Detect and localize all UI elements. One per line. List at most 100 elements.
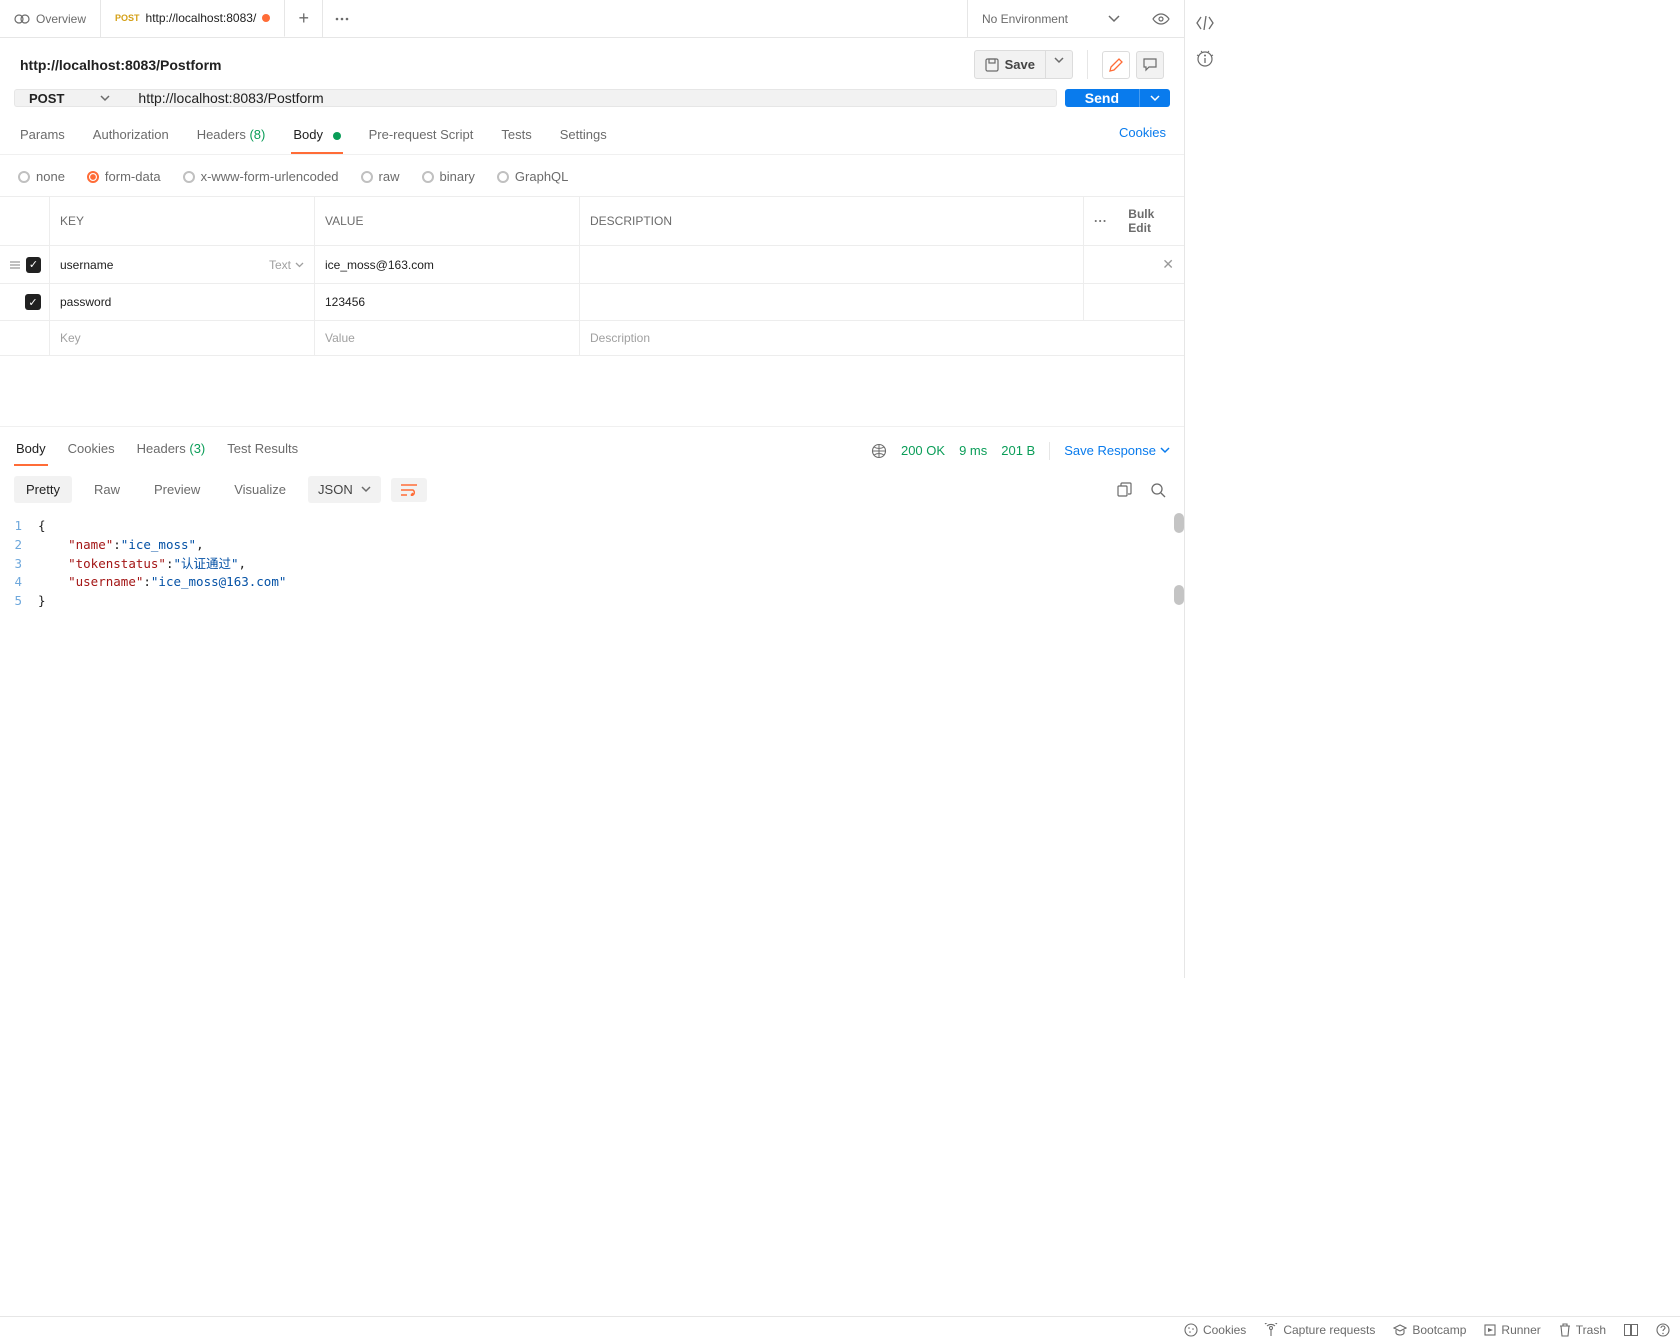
resp-tab-cookies[interactable]: Cookies: [66, 435, 117, 466]
status-time: 9 ms: [959, 443, 987, 458]
footer-help[interactable]: [1656, 1323, 1670, 1337]
save-button[interactable]: Save: [974, 50, 1046, 79]
right-rail: [1185, 0, 1225, 978]
tab-body[interactable]: Body: [291, 121, 342, 154]
wrap-icon: [401, 484, 417, 496]
tab-request[interactable]: POST http://localhost:8083/: [101, 0, 285, 37]
key-cell[interactable]: password: [50, 284, 315, 320]
overview-icon: [14, 11, 30, 27]
cookie-icon: [1184, 1323, 1198, 1337]
status-code: 200 OK: [901, 443, 945, 458]
pencil-icon: [1108, 57, 1124, 73]
tab-body-label: Body: [293, 127, 323, 142]
antenna-icon: [1264, 1323, 1278, 1337]
bulk-edit-button[interactable]: Bulk Edit: [1128, 207, 1174, 235]
footer-bootcamp[interactable]: Bootcamp: [1393, 1323, 1466, 1337]
key-cell[interactable]: username Text: [50, 246, 315, 283]
eye-icon: [1152, 12, 1170, 26]
footer-cookies[interactable]: Cookies: [1184, 1323, 1246, 1337]
col-key: KEY: [50, 197, 315, 245]
value-input-placeholder[interactable]: Value: [315, 321, 580, 355]
save-response-button[interactable]: Save Response: [1064, 443, 1170, 458]
value-cell[interactable]: ice_moss@163.com: [315, 246, 580, 283]
key-value: username: [60, 258, 113, 272]
tab-tests[interactable]: Tests: [499, 121, 533, 154]
key-type-select[interactable]: Text: [269, 258, 304, 272]
col-value: VALUE: [315, 197, 580, 245]
tab-params[interactable]: Params: [18, 121, 67, 154]
environment-label: No Environment: [982, 12, 1068, 26]
description-input-placeholder[interactable]: Description: [580, 321, 1184, 355]
body-type-binary[interactable]: binary: [422, 169, 475, 184]
environment-preview[interactable]: [1144, 12, 1178, 26]
send-label: Send: [1085, 90, 1119, 106]
view-raw[interactable]: Raw: [82, 476, 132, 503]
environment-select[interactable]: No Environment: [967, 0, 1134, 37]
tab-prerequest[interactable]: Pre-request Script: [367, 121, 476, 154]
chevron-down-icon: [1150, 95, 1160, 102]
save-dropdown[interactable]: [1046, 50, 1073, 79]
footer: Cookies Capture requests Bootcamp Runner…: [0, 1316, 1680, 1342]
chevron-down-icon: [361, 486, 371, 493]
body-type-form-data[interactable]: form-data: [87, 169, 161, 184]
value-cell[interactable]: 123456: [315, 284, 580, 320]
wrap-lines-button[interactable]: [391, 478, 427, 502]
resp-tab-headers[interactable]: Headers (3): [135, 435, 208, 466]
send-dropdown[interactable]: [1139, 89, 1170, 107]
body-types: none form-data x-www-form-urlencoded raw…: [0, 155, 1184, 196]
search-button[interactable]: [1146, 478, 1170, 502]
row-enable-checkbox[interactable]: ✓: [25, 294, 41, 310]
row-enable-checkbox[interactable]: ✓: [26, 257, 41, 273]
response-body[interactable]: 1{ 2 "name": "ice_moss", 3 "tokenstatus"…: [0, 513, 1184, 625]
tab-authorization[interactable]: Authorization: [91, 121, 171, 154]
footer-runner[interactable]: Runner: [1484, 1323, 1540, 1337]
body-type-raw[interactable]: raw: [361, 169, 400, 184]
scrollbar-thumb[interactable]: [1174, 513, 1184, 533]
view-visualize[interactable]: Visualize: [222, 476, 298, 503]
method-select[interactable]: POST: [14, 89, 124, 107]
tab-overview[interactable]: Overview: [0, 0, 101, 37]
tab-settings[interactable]: Settings: [558, 121, 609, 154]
url-input[interactable]: http://localhost:8083/Postform: [124, 89, 1056, 107]
resp-tab-test-results[interactable]: Test Results: [225, 435, 300, 466]
send-button[interactable]: Send: [1065, 89, 1139, 107]
tab-body-indicator: [333, 132, 341, 140]
scrollbar-thumb[interactable]: [1174, 585, 1184, 605]
tab-more[interactable]: [323, 0, 361, 37]
view-preview[interactable]: Preview: [142, 476, 212, 503]
footer-layout[interactable]: [1624, 1324, 1638, 1336]
bootcamp-icon: [1393, 1324, 1407, 1336]
form-data-table: KEY VALUE DESCRIPTION Bulk Edit ✓ userna…: [0, 196, 1184, 356]
resp-tab-body[interactable]: Body: [14, 435, 48, 466]
code-icon[interactable]: [1196, 16, 1214, 30]
edit-button[interactable]: [1102, 51, 1130, 79]
info-icon[interactable]: [1196, 50, 1214, 68]
chevron-down-icon: [295, 262, 304, 268]
save-icon: [985, 58, 999, 72]
response-header: Body Cookies Headers (3) Test Results 20…: [0, 426, 1184, 466]
tab-method-badge: POST: [115, 13, 140, 23]
footer-trash[interactable]: Trash: [1559, 1323, 1606, 1337]
comment-button[interactable]: [1136, 51, 1164, 79]
copy-button[interactable]: [1113, 478, 1136, 501]
format-select[interactable]: JSON: [308, 476, 381, 503]
chevron-down-icon: [1054, 57, 1064, 64]
tab-headers[interactable]: Headers (8): [195, 121, 268, 154]
tab-headers-label: Headers: [197, 127, 246, 142]
body-type-none[interactable]: none: [18, 169, 65, 184]
more-icon[interactable]: [1094, 219, 1106, 223]
tab-add[interactable]: +: [285, 0, 323, 37]
body-type-graphql[interactable]: GraphQL: [497, 169, 568, 184]
body-type-urlencoded[interactable]: x-www-form-urlencoded: [183, 169, 339, 184]
footer-capture[interactable]: Capture requests: [1264, 1323, 1375, 1337]
table-row: ✓ password 123456: [0, 284, 1184, 321]
tab-headers-count: (8): [249, 127, 265, 142]
cookies-link[interactable]: Cookies: [1119, 125, 1166, 150]
network-icon[interactable]: [871, 443, 887, 459]
delete-row-button[interactable]: ✕: [1162, 256, 1174, 273]
drag-handle-icon[interactable]: [10, 259, 20, 271]
description-cell[interactable]: [580, 246, 1084, 283]
view-pretty[interactable]: Pretty: [14, 476, 72, 503]
key-input-placeholder[interactable]: Key: [50, 321, 315, 355]
description-cell[interactable]: [580, 284, 1084, 320]
